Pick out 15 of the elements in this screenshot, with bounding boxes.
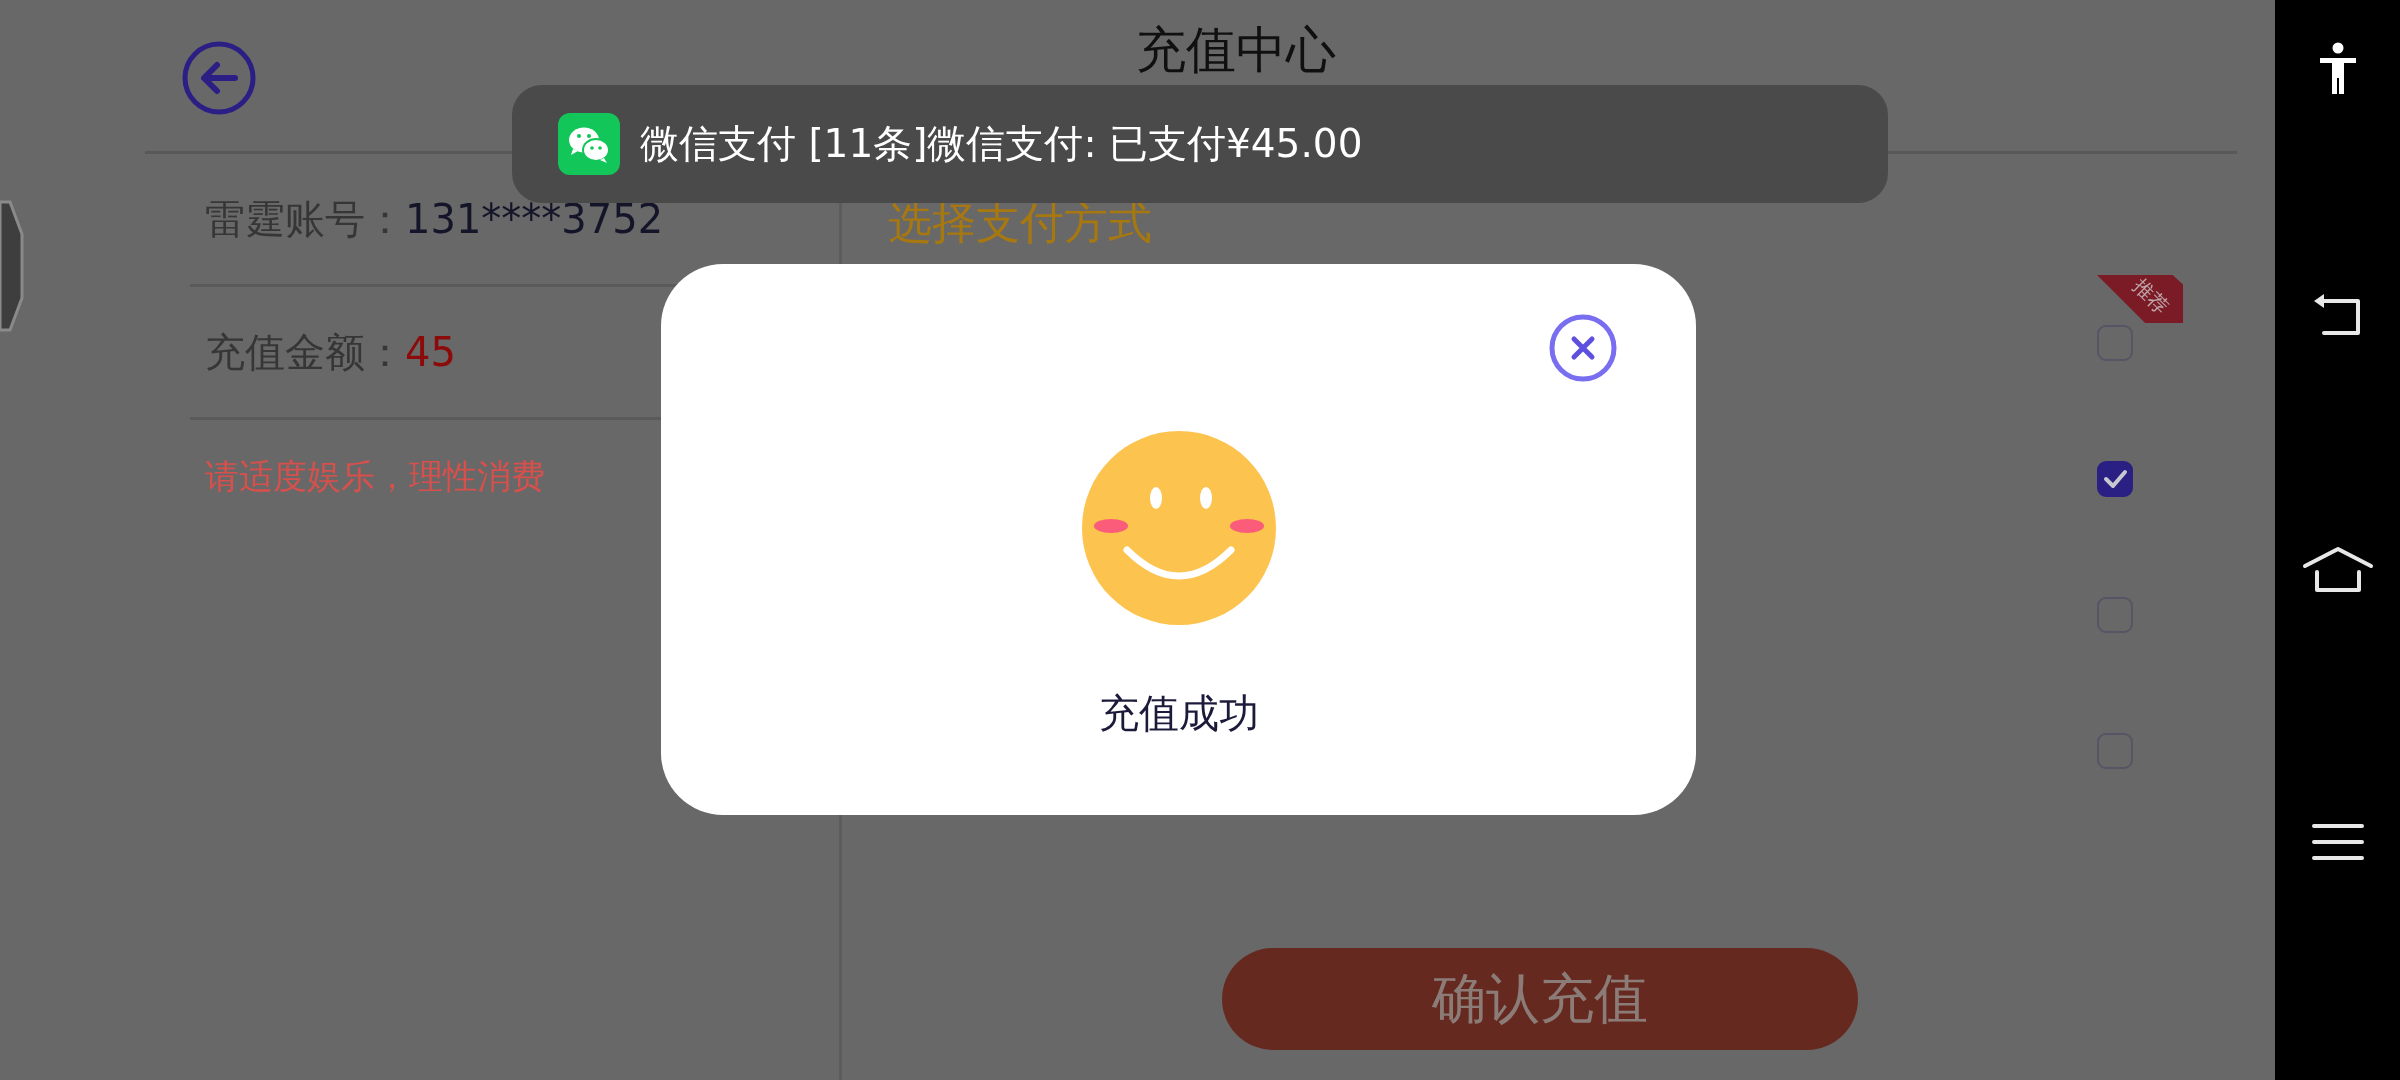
home-icon[interactable] xyxy=(2301,546,2374,594)
recommend-badge: 推荐 xyxy=(2097,275,2183,323)
close-icon[interactable] xyxy=(1548,313,1618,383)
menu-icon[interactable] xyxy=(2311,822,2364,862)
success-message: 充值成功 xyxy=(1098,689,1259,738)
payment-checkbox[interactable] xyxy=(2097,461,2133,497)
notice-text: 请适度娱乐，理性消费 xyxy=(205,455,546,498)
accessibility-icon[interactable] xyxy=(2317,42,2358,96)
amount-value: 45 xyxy=(405,329,456,375)
notification-text: 微信支付 [11条]微信支付: 已支付¥45.00 xyxy=(640,120,1363,168)
page-title: 充值中心 xyxy=(1136,20,1336,81)
notification-toast[interactable]: 微信支付 [11条]微信支付: 已支付¥45.00 xyxy=(512,85,1888,203)
chat-bubbles-icon xyxy=(558,113,620,175)
floating-button-icon[interactable] xyxy=(0,200,24,332)
smiley-icon xyxy=(1080,430,1277,626)
